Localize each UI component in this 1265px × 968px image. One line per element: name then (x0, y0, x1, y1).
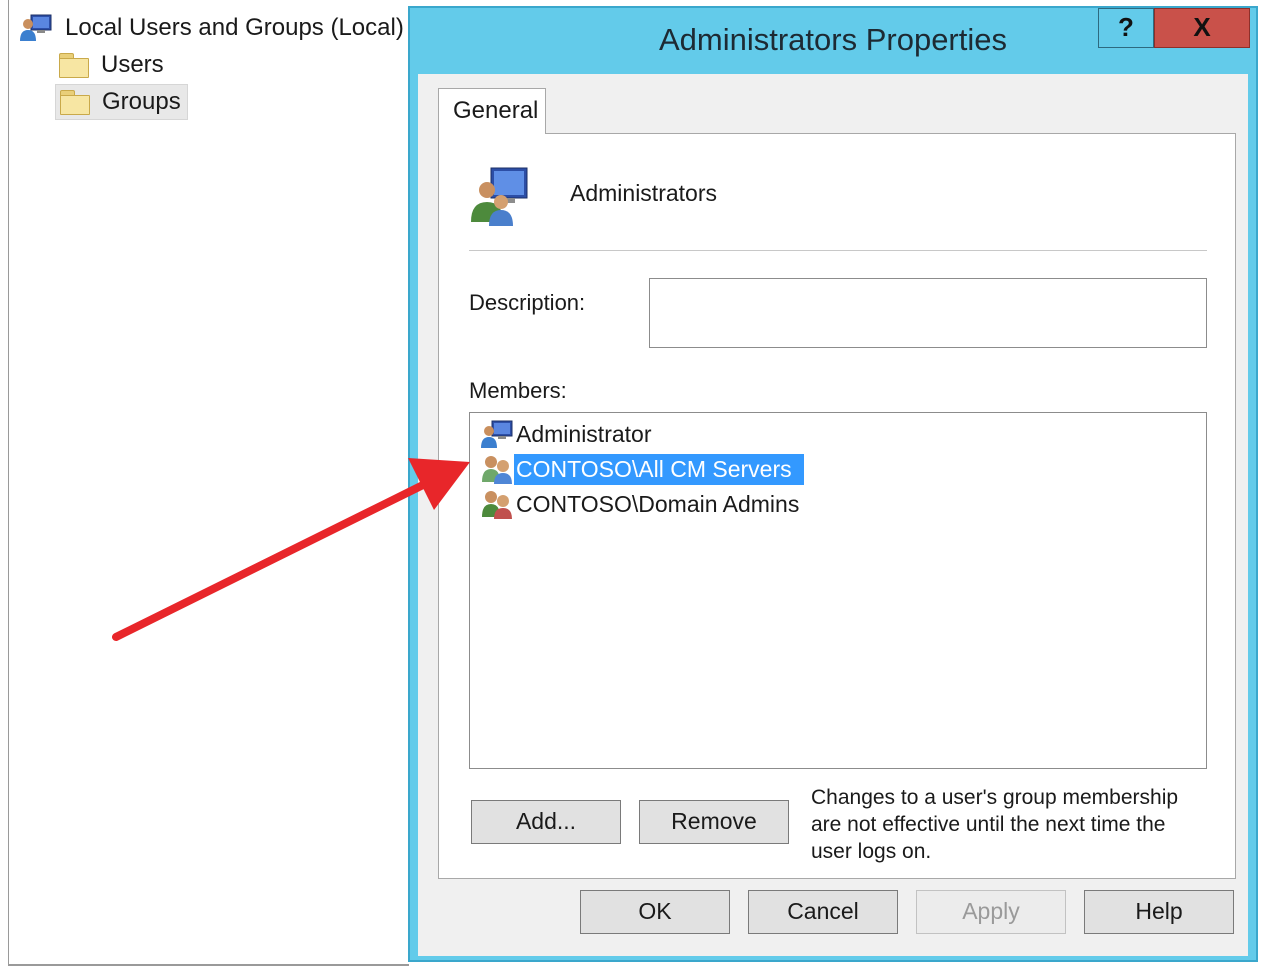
description-input[interactable] (649, 278, 1207, 348)
divider (469, 250, 1207, 251)
tree-item-users[interactable]: Users (55, 48, 170, 82)
properties-dialog: Administrators Properties ? X General Ad… (408, 6, 1258, 962)
list-item[interactable]: CONTOSO\All CM Servers (480, 452, 804, 486)
apply-button[interactable]: Apply (916, 890, 1066, 934)
members-list[interactable]: Administrator CONTOSO\All CM Servers CON… (469, 412, 1207, 769)
tree-pane: Local Users and Groups (Local) Users Gro… (8, 0, 409, 966)
membership-note: Changes to a user's group membership are… (811, 786, 1179, 863)
cancel-button[interactable]: Cancel (748, 890, 898, 934)
user-computer-icon (481, 420, 513, 448)
group-icon (482, 456, 512, 484)
tab-general[interactable]: General (438, 88, 546, 134)
folder-icon (59, 53, 89, 78)
remove-button[interactable]: Remove (639, 800, 789, 844)
tree-item-label: Groups (102, 88, 181, 115)
dialog-client: General Administrators Description: Memb… (418, 74, 1248, 956)
group-computer-icon (471, 167, 528, 226)
tree-root[interactable]: Local Users and Groups (Local) (19, 12, 404, 44)
title-bar[interactable]: Administrators Properties ? X (410, 8, 1256, 74)
tree-root-label: Local Users and Groups (Local) (65, 14, 404, 41)
group-name: Administrators (570, 180, 717, 206)
close-button[interactable]: X (1154, 8, 1250, 48)
member-name: Administrator (516, 420, 652, 447)
ok-button[interactable]: OK (580, 890, 730, 934)
tree-item-label: Users (101, 51, 164, 78)
list-item[interactable]: Administrator (480, 417, 663, 451)
tree-item-groups[interactable]: Groups (55, 84, 188, 120)
help-title-button[interactable]: ? (1098, 8, 1154, 48)
list-item[interactable]: CONTOSO\Domain Admins (480, 487, 811, 521)
users-computer-icon (20, 14, 52, 41)
folder-icon (60, 90, 90, 115)
help-button[interactable]: Help (1084, 890, 1234, 934)
add-button[interactable]: Add... (471, 800, 621, 844)
group-icon (482, 491, 512, 519)
members-label: Members: (469, 378, 567, 403)
general-panel: Administrators Description: Members: Adm… (438, 133, 1236, 879)
description-label: Description: (469, 290, 586, 315)
member-name: CONTOSO\All CM Servers (514, 453, 804, 485)
member-name: CONTOSO\Domain Admins (516, 490, 800, 517)
